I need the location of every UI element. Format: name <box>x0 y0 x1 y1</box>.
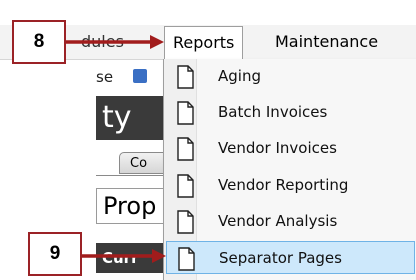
document-icon <box>177 65 194 89</box>
arrow-right-icon <box>66 35 164 49</box>
menu-item-vendor-invoices[interactable]: Vendor Invoices <box>166 132 415 165</box>
menu-reports[interactable]: Reports <box>164 26 244 60</box>
arrow-right-icon <box>82 249 166 263</box>
document-icon <box>177 101 194 125</box>
menu-item-aging[interactable]: Aging <box>166 60 415 93</box>
menu-maintenance[interactable]: Maintenance <box>275 25 378 59</box>
menu-item-vendor-reporting[interactable]: Vendor Reporting <box>166 169 415 202</box>
step-8-callout: 8 <box>12 20 66 64</box>
document-icon <box>177 210 194 234</box>
background-title-bar: ty <box>96 96 166 140</box>
background-property-field: Prop <box>96 188 166 224</box>
menu-item-label: Separator Pages <box>219 249 342 267</box>
menu-item-label: Vendor Analysis <box>218 212 338 230</box>
menu-item-vendor-analysis[interactable]: Vendor Analysis <box>166 205 415 238</box>
menu-item-batch-invoices[interactable]: Batch Invoices <box>166 96 415 129</box>
menu-item-separator-pages[interactable]: Separator Pages <box>166 241 415 274</box>
document-icon <box>177 174 194 198</box>
step-9-callout: 9 <box>28 232 82 276</box>
menu-item-label: Aging <box>218 67 261 85</box>
background-toolbar-text: se <box>96 68 114 86</box>
menu-item-label: Batch Invoices <box>218 103 328 121</box>
reports-dropdown-menu: Aging Batch Invoices Vendor Invoices Ven… <box>163 59 416 280</box>
tab-divider <box>96 175 166 176</box>
document-icon <box>177 137 194 161</box>
menu-item-label: Vendor Invoices <box>218 139 337 157</box>
menu-item-label: Vendor Reporting <box>218 176 349 194</box>
document-icon <box>178 247 195 271</box>
printer-icon[interactable] <box>133 69 147 83</box>
